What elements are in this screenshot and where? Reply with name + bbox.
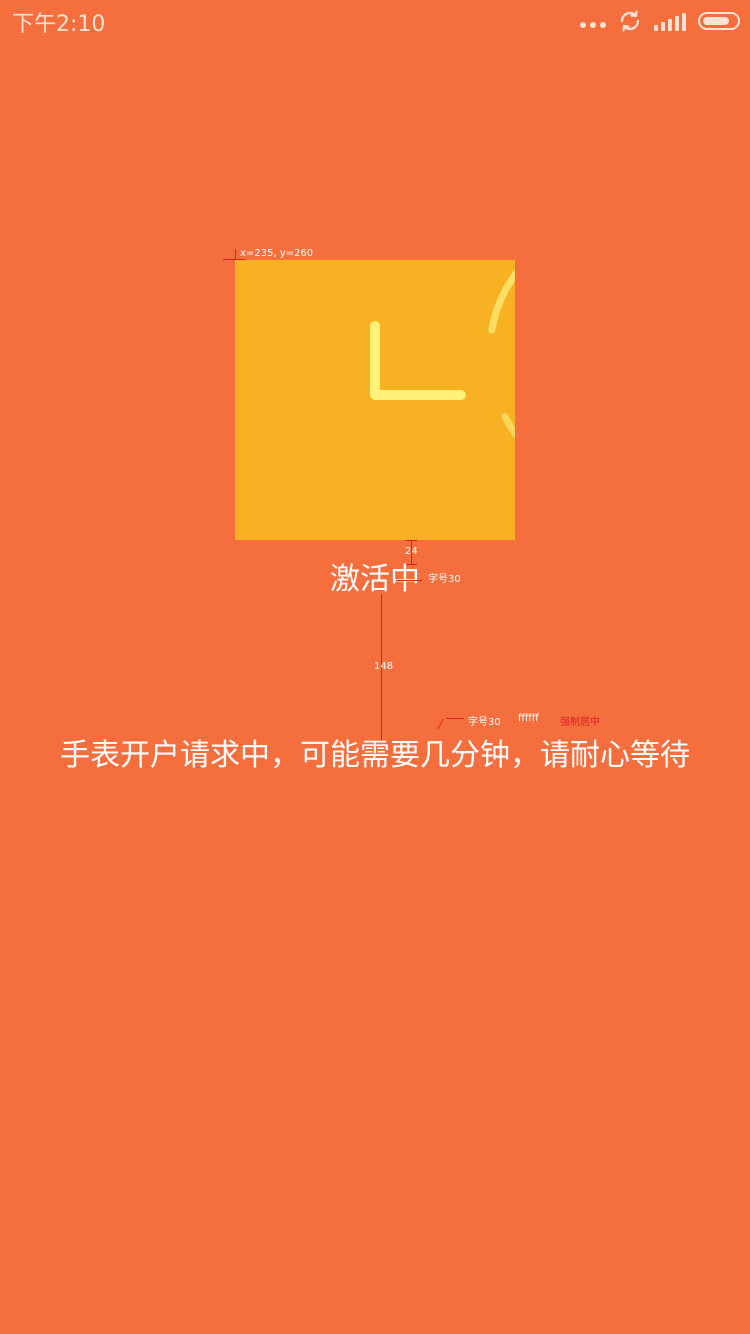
gap-large-label: 148 <box>374 661 394 672</box>
title-note-arrow <box>396 580 422 581</box>
battery-icon <box>698 12 740 30</box>
clock-graphic <box>370 214 750 494</box>
sync-icon <box>620 10 640 32</box>
hint-note-arrow-tail <box>437 719 444 729</box>
hint-center-note: 强制居中 <box>560 717 600 728</box>
gap-small-label: 24 <box>405 546 418 557</box>
status-icons <box>580 8 740 34</box>
activation-hint: 手表开户请求中，可能需要几分钟，请耐心等待 <box>60 738 690 773</box>
more-dots-icon <box>580 14 606 28</box>
signal-icon <box>654 11 686 31</box>
title-font-note: 字号30 <box>428 574 461 585</box>
hint-note-arrow <box>446 718 464 719</box>
status-time: 下午2:10 <box>12 12 106 37</box>
battery-level <box>703 17 729 25</box>
hint-color-note: ffffff <box>518 713 539 724</box>
status-bar: 下午2:10 <box>0 0 750 42</box>
hint-font-note: 字号30 <box>468 717 501 728</box>
coord-label: x=235, y=260 <box>240 248 314 259</box>
activation-title: 激活中 <box>330 562 420 597</box>
gap-tick-top <box>406 540 417 541</box>
clock-icon <box>235 214 750 540</box>
